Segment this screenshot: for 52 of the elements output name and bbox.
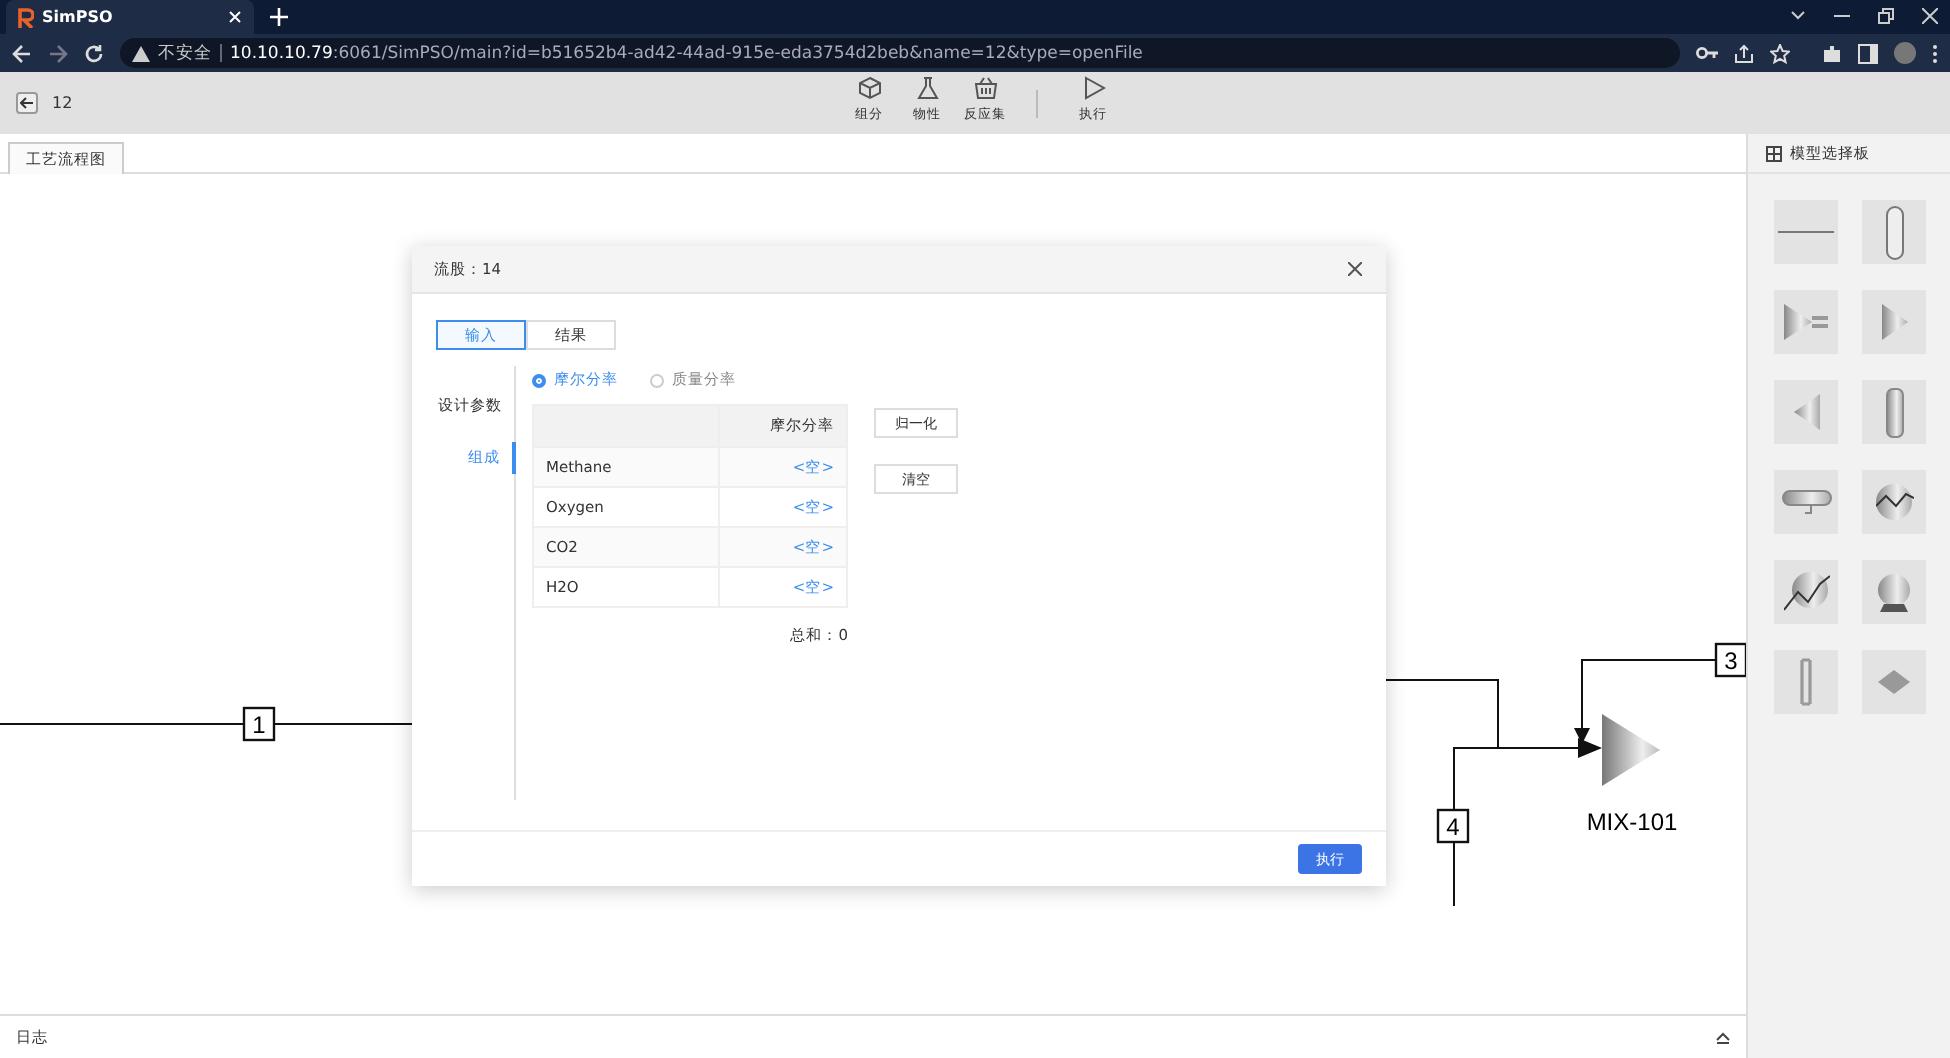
radio-button[interactable] — [650, 373, 664, 387]
url-text: 10.10.10.79:6061/SimPSO/main?id=b51652b4-ad42-44ad-915e-eda3754d2beb&name=12&type=openFile — [230, 43, 1143, 63]
warning-icon — [132, 45, 150, 61]
stream-label[interactable]: 1 — [242, 706, 276, 742]
sidebar-icon[interactable] — [1858, 43, 1878, 63]
expand-icon[interactable] — [1716, 1031, 1730, 1043]
palette-item[interactable] — [1774, 200, 1838, 264]
restore-icon[interactable] — [1878, 8, 1894, 24]
close-icon[interactable] — [1348, 262, 1362, 276]
palette-item[interactable] — [1862, 470, 1926, 534]
column-icon — [1885, 387, 1903, 437]
security-label: 不安全 — [158, 41, 212, 65]
forward-icon[interactable] — [48, 43, 68, 63]
star-icon[interactable] — [1770, 43, 1790, 63]
grid-icon — [1766, 145, 1782, 161]
stream-label[interactable]: 3 — [1714, 642, 1746, 678]
radio-button[interactable] — [532, 373, 546, 387]
new-tab-icon[interactable] — [270, 8, 288, 26]
palette-item[interactable] — [1774, 560, 1838, 624]
stream-label[interactable]: 4 — [1436, 808, 1470, 844]
file-name: 12 — [52, 94, 73, 112]
back-button[interactable] — [16, 92, 38, 114]
triangle-icon — [1881, 304, 1907, 340]
more-icon[interactable] — [1932, 43, 1938, 63]
sphere-icon — [1878, 573, 1910, 611]
key-icon[interactable] — [1696, 46, 1718, 60]
triangle-icon — [1793, 394, 1819, 430]
exchanger-icon — [1875, 484, 1913, 520]
reload-icon[interactable] — [84, 43, 104, 63]
palette-item[interactable] — [1862, 560, 1926, 624]
diamond-icon — [1878, 670, 1910, 694]
back-icon[interactable] — [12, 43, 32, 63]
palette-item[interactable] — [1862, 200, 1926, 264]
unit-label: MIX-101 — [1586, 808, 1678, 836]
capsule-icon — [1885, 205, 1903, 259]
extensions-icon[interactable] — [1822, 43, 1842, 63]
address-bar[interactable]: 不安全 10.10.10.79:6061/SimPSO/main?id=b51652b4-ad42-44ad-915e-eda3754d2beb&name=12&type=openFile — [120, 38, 1680, 68]
profile-avatar-icon[interactable] — [1894, 42, 1916, 64]
cube-icon — [857, 76, 881, 100]
app-logo-icon — [18, 7, 34, 27]
play-icon — [1081, 76, 1105, 100]
heater-icon — [1783, 572, 1829, 612]
browser-tab[interactable]: SimPSO — [6, 0, 254, 34]
chevron-down-icon[interactable] — [1790, 10, 1806, 22]
basket-icon — [973, 76, 997, 100]
flask-icon — [915, 76, 939, 100]
line-icon — [1778, 230, 1834, 234]
drum-icon — [1781, 490, 1831, 514]
mixer-icon[interactable] — [1602, 714, 1660, 786]
splitter-icon — [1784, 304, 1828, 340]
share-icon[interactable] — [1734, 43, 1754, 63]
bracket-icon — [1800, 658, 1812, 706]
